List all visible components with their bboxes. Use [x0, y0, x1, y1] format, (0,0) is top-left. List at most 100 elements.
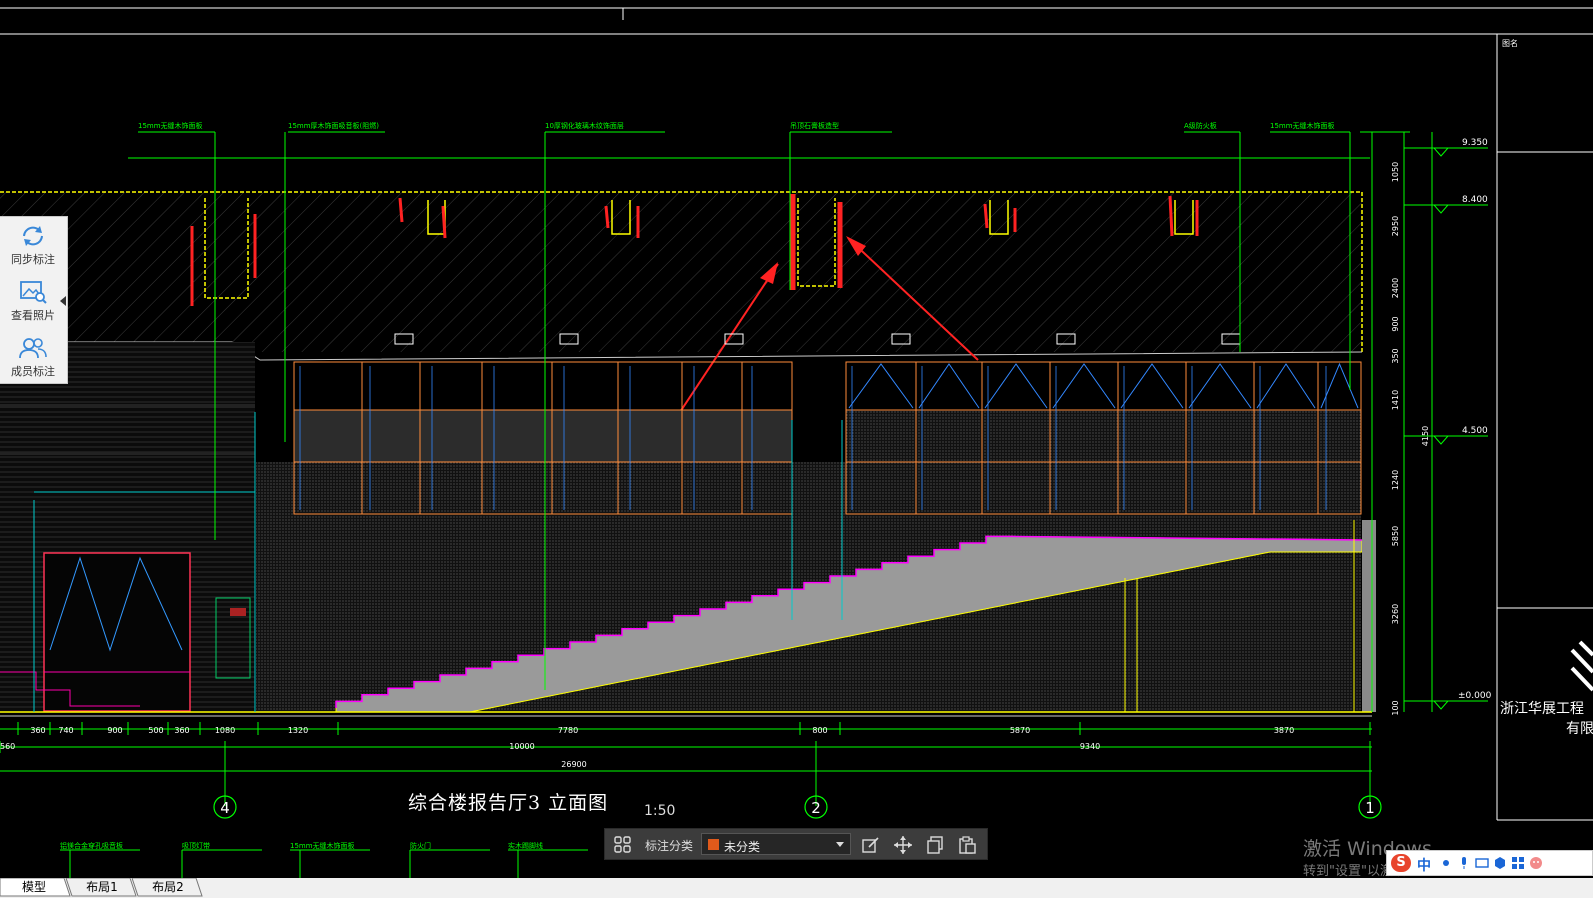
dim-text: 7780 [558, 726, 578, 735]
dim-text-right: 1240 [1391, 470, 1400, 490]
bottom-note: 实木踢脚线 [508, 841, 543, 850]
top-right-label: 图名 [1502, 38, 1518, 48]
dim-text: 1320 [288, 726, 308, 735]
window-triangle [1052, 363, 1116, 409]
ime-toolbar[interactable]: S 中 [1386, 850, 1593, 876]
ceiling-section [0, 191, 1363, 361]
dim-text-right: 2950 [1391, 216, 1400, 236]
tab-layout-2[interactable]: 布局2 [140, 878, 196, 896]
member-annotation-label: 成员标注 [11, 365, 55, 378]
dim-text: 5870 [1010, 726, 1030, 735]
skin-icon[interactable] [1493, 856, 1507, 870]
punctuation-icon[interactable] [1439, 856, 1453, 870]
window-triangle [848, 363, 914, 409]
dimension-texts-right: 1050 2950 2400 900 350 1410 4150 1240 5850 3260 10… [1391, 162, 1430, 716]
dim-text: 360 [30, 726, 45, 735]
paste-icon[interactable] [957, 835, 977, 855]
level-markers [1432, 147, 1450, 710]
dim-text: 900 [107, 726, 122, 735]
dimension-texts: 360 740 900 500 360 1080 1320 7780 800 5870 3870 [30, 726, 1294, 735]
ime-mode[interactable]: 中 [1417, 855, 1431, 875]
apps-icon[interactable] [1511, 856, 1525, 870]
window-triangle [1320, 362, 1359, 409]
category-color-swatch [708, 839, 719, 850]
cad-canvas[interactable]: 4 2 1 9.350 8.400 4.500 ±0.000 360 740 900… [0, 0, 1593, 898]
bottom-note: 15mm无缝木饰面板 [290, 841, 355, 850]
copy-icon[interactable] [925, 835, 945, 855]
move-icon[interactable] [893, 835, 913, 855]
window-triangle [1188, 363, 1252, 409]
dim-text: 500 [148, 726, 163, 735]
company-logo [1570, 640, 1593, 692]
dimension-ticks [0, 722, 1371, 753]
sync-icon [23, 226, 43, 246]
collapse-toolbar-icon[interactable] [60, 296, 66, 306]
emoji-icon[interactable] [1529, 856, 1543, 870]
material-note: 15mm厚木饰面吸音板(阻燃) [288, 121, 379, 130]
annotation-toolbar: 标注分类 未分类 [604, 828, 988, 860]
dim-total-3: 26900 [561, 760, 586, 769]
dim-text-right: 900 [1391, 316, 1400, 331]
category-value: 未分类 [724, 840, 761, 854]
window-triangles [848, 362, 1359, 409]
tab-layout-1[interactable]: 布局1 [74, 878, 130, 896]
axis-label-1: 1 [1365, 799, 1375, 817]
bottom-note: 铝镁合金穿孔吸音板 [60, 841, 123, 850]
dim-text-right: 4150 [1421, 426, 1430, 446]
sync-annotation-label: 同步标注 [11, 253, 55, 266]
dim-text-right: 350 [1391, 348, 1400, 363]
window-triangle [984, 363, 1048, 409]
sync-annotation-button[interactable]: 同步标注 [0, 217, 66, 271]
dim-text-right: 100 [1391, 700, 1400, 715]
material-note: 10厚钢化玻璃木纹饰面层 [545, 121, 624, 130]
grid-icon[interactable] [613, 835, 633, 855]
company-name: 浙江华展工程 [1500, 701, 1584, 717]
dim-total-1: 10000 [509, 742, 534, 751]
members-icon [19, 338, 47, 359]
bottom-material-notes: 铝镁合金穿孔吸音板 吸顶灯带 15mm无缝木饰面板 防火门 实木踢脚线 [60, 841, 588, 878]
drawing-title: 综合楼报告厅3 立面图 [408, 792, 609, 814]
tab-model[interactable]: 模型 [8, 878, 60, 896]
material-note: 15mm无缝木饰面板 [1270, 121, 1335, 130]
dim-text: 800 [812, 726, 827, 735]
category-label: 标注分类 [645, 839, 694, 853]
dim-text: 740 [58, 726, 73, 735]
layout-tabs: 模型 布局1 布局2 [0, 878, 1593, 898]
bottom-note: 吸顶灯带 [182, 841, 210, 850]
dim-text: 360 [174, 726, 189, 735]
material-note: A级防火板 [1184, 121, 1217, 130]
microphone-icon[interactable] [1457, 856, 1471, 870]
dim-text-right: 5850 [1391, 526, 1400, 546]
dim-text: 3870 [1274, 726, 1294, 735]
side-toolbar: 同步标注 查看照片 成员标注 [0, 216, 68, 384]
level-4500: 4.500 [1462, 426, 1488, 436]
material-note: 吊顶石膏板造型 [790, 121, 839, 130]
axis-label-4: 4 [220, 799, 230, 817]
category-select[interactable]: 未分类 [701, 833, 851, 855]
edit-icon[interactable] [861, 835, 881, 855]
dim-text: 1080 [215, 726, 235, 735]
dim-text-right: 3260 [1391, 604, 1400, 624]
window-triangle [1120, 363, 1184, 409]
member-annotation-button[interactable]: 成员标注 [0, 329, 66, 383]
ime-logo-icon: S [1391, 854, 1411, 872]
dim-left: 560 [0, 742, 15, 751]
chevron-down-icon [836, 842, 844, 847]
material-notes: 15mm无缝木饰面板 15mm厚木饰面吸音板(阻燃) 10厚钢化玻璃木纹饰面层 吊顶石… [138, 121, 1335, 130]
level-8400: 8.400 [1462, 195, 1488, 205]
view-photos-button[interactable]: 查看照片 [0, 273, 66, 327]
bottom-note: 防火门 [410, 841, 431, 850]
axis-label-2: 2 [811, 799, 821, 817]
company-name-2: 有限 [1566, 721, 1593, 737]
window-triangle [918, 363, 980, 409]
drawing-scale: 1:50 [644, 803, 676, 819]
photo-search-icon [20, 281, 47, 304]
material-note: 15mm无缝木饰面板 [138, 121, 203, 130]
keyboard-icon[interactable] [1475, 856, 1489, 870]
window-triangle [1256, 363, 1316, 409]
axis-bubbles [213, 795, 1382, 819]
dim-text-right: 1410 [1391, 390, 1400, 410]
level-9350: 9.350 [1462, 138, 1488, 148]
dim-total-2: 9340 [1080, 742, 1100, 751]
dim-text-right: 2400 [1391, 278, 1400, 298]
